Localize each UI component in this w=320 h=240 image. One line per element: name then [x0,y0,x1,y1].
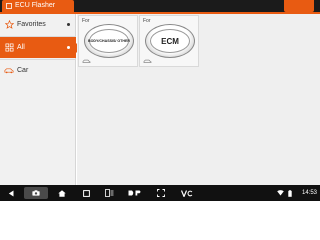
car-icon [4,66,14,76]
sidebar-item-car[interactable]: Car [0,60,76,81]
function-card-ecm[interactable]: For ECM [139,15,199,67]
clock: 14:53 [301,190,317,196]
sidebar-item-all[interactable]: All [0,37,81,58]
function-card-body[interactable]: For BODY/CHASSIS/ OTHER [78,15,138,67]
home-icon[interactable] [56,185,68,201]
camera-icon [32,190,40,196]
bottom-nav-bar: 14:53 [0,185,320,201]
vc-icon[interactable] [180,185,194,201]
grid-icon [4,43,14,53]
wifi-icon [276,185,285,201]
dp-icon[interactable] [127,185,143,201]
top-menu-button[interactable] [284,0,314,12]
button-label: BODY/CHASSIS/ OTHER [88,38,130,43]
top-bar: ECU Flasher [0,0,320,12]
bullet-icon [67,46,70,49]
car-icon [143,59,152,63]
sidebar: Favorites All Car [0,14,81,185]
recent-apps-icon[interactable] [80,185,92,201]
card-for-label: For [82,18,90,24]
app-tab[interactable]: ECU Flasher [2,0,74,12]
back-icon[interactable] [5,185,17,201]
camera-button[interactable] [24,187,48,199]
car-icon [82,59,91,63]
battery-icon [286,185,293,201]
screenshot-icon[interactable] [155,185,167,201]
ecm-button[interactable]: ECM [145,24,195,58]
sidebar-item-label: Favorites [17,21,46,28]
app-title: ECU Flasher [15,2,56,9]
ecu-icon [6,3,12,9]
sidebar-item-favorites[interactable]: Favorites [0,14,76,35]
vci-icon[interactable] [103,185,115,201]
button-label: ECM [161,36,179,46]
sidebar-item-label: Car [17,67,29,74]
card-for-label: For [143,18,151,24]
app-window: ECU Flasher Favorites All Car For BODY/C… [0,0,320,201]
star-icon [4,20,14,30]
bullet-icon [67,23,70,26]
body-chassis-other-button[interactable]: BODY/CHASSIS/ OTHER [84,24,134,58]
main-content: For BODY/CHASSIS/ OTHER For ECM [77,14,320,185]
sidebar-item-label: All [17,44,25,51]
